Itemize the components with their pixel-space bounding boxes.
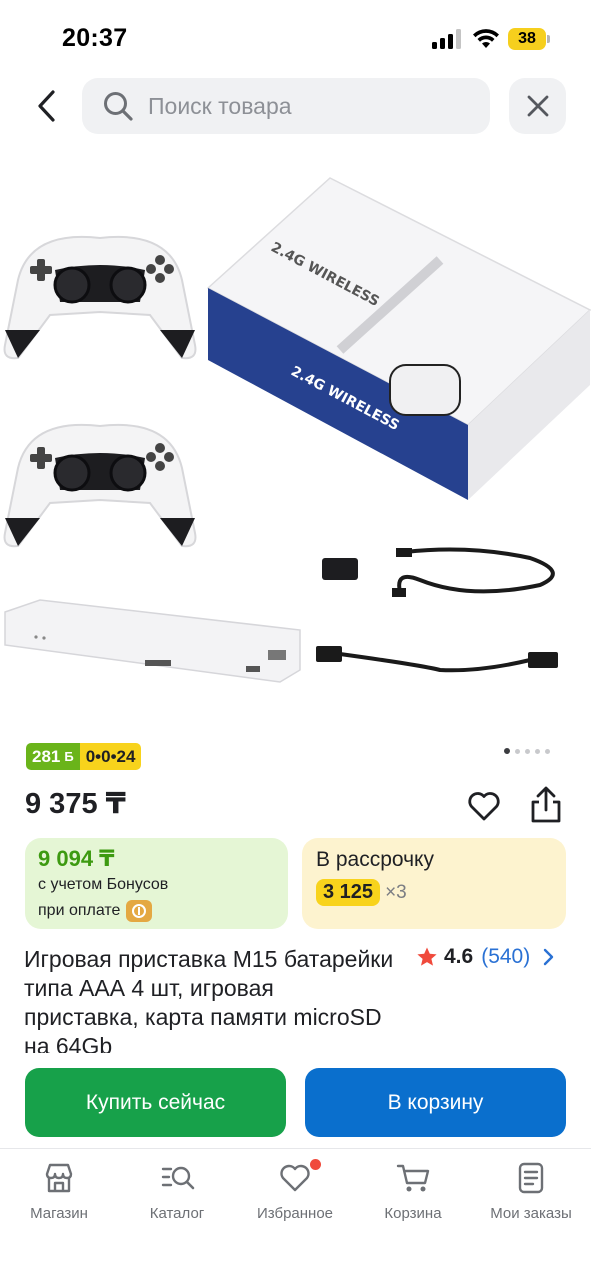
pager-dot[interactable] (504, 748, 510, 754)
product-title-container: Игровая приставка M15 батарейки типа ААА… (24, 945, 394, 1053)
store-icon (45, 1163, 73, 1193)
status-time: 20:37 (62, 24, 128, 52)
bonus-price-line1: с учетом Бонусов (38, 876, 169, 893)
search-icon (104, 92, 133, 121)
product-box-image: 2.4G WIRELESS 2.4G WIRELESS (206, 177, 591, 500)
battery-level: 38 (508, 28, 546, 50)
gamepad-image-1 (3, 236, 197, 360)
installment-badge: 0•0•24 (79, 743, 142, 770)
chevron-right-icon (544, 948, 554, 966)
battery-indicator: 38 (508, 28, 550, 50)
pager-dot[interactable] (525, 748, 530, 754)
bonus-badge-symbol: Б (64, 749, 74, 764)
back-button[interactable] (26, 84, 66, 128)
nav-label-favorites: Избранное (256, 1205, 334, 1222)
installment-amount: 3 125 (316, 879, 381, 906)
clear-search-button[interactable] (509, 78, 566, 134)
product-image[interactable]: 2.4G WIRELESS 2.4G WIRELESS (0, 160, 591, 720)
installment-label: В рассрочку (316, 848, 434, 871)
catalog-search-icon (161, 1166, 195, 1190)
installment-card[interactable]: В рассрочку 3 125 ×3 (302, 838, 566, 929)
nav-item-orders[interactable]: Мои заказы (472, 1149, 590, 1239)
bonus-price-line2: при оплате (38, 902, 121, 919)
bonus-price-line2-row: при оплате (38, 900, 275, 922)
usb-dongle-image (322, 558, 358, 580)
share-icon (531, 786, 561, 823)
chevron-left-icon (38, 90, 55, 122)
nav-label-cart: Корзина (384, 1205, 442, 1222)
buy-now-button[interactable]: Купить сейчас (25, 1068, 286, 1137)
status-bar: 20:37 38 (0, 0, 591, 70)
search-placeholder: Поиск товара (148, 92, 292, 119)
nav-label-catalog: Каталог (149, 1205, 205, 1222)
signal-icon (432, 29, 461, 49)
hdmi-cable-image (339, 652, 531, 673)
bottom-nav: Магазин Каталог Избранное Корзина Мои за… (0, 1148, 591, 1280)
image-pager[interactable] (504, 748, 550, 754)
product-rating[interactable]: 4.6 (540) (416, 945, 554, 969)
nav-item-catalog[interactable]: Каталог (118, 1149, 236, 1239)
payment-card-icon (126, 900, 153, 922)
bonus-price-amount: 9 094 ₸ (38, 846, 115, 871)
close-icon (527, 95, 548, 117)
installment-times: ×3 (385, 881, 407, 903)
nav-item-store[interactable]: Магазин (0, 1149, 118, 1239)
product-title: Игровая приставка M15 батарейки типа ААА… (24, 946, 394, 1053)
pager-dot[interactable] (515, 748, 520, 754)
nav-item-cart[interactable]: Корзина (354, 1149, 472, 1239)
nav-label-orders: Мои заказы (490, 1205, 572, 1222)
bonus-badge-value: 281 (32, 747, 61, 766)
product-price: 9 375 ₸ (25, 788, 126, 820)
wifi-icon (473, 29, 499, 48)
heart-icon (468, 792, 500, 821)
share-button[interactable] (528, 785, 564, 825)
promo-badges: 281 Б 0•0•24 (26, 743, 142, 770)
orders-icon (518, 1162, 544, 1194)
pager-dot[interactable] (535, 748, 540, 754)
heart-icon (280, 1164, 310, 1192)
pager-dot[interactable] (545, 748, 550, 754)
console-stick-image (4, 599, 301, 683)
add-to-cart-button[interactable]: В корзину (305, 1068, 566, 1137)
rating-value: 4.6 (444, 945, 474, 968)
notification-dot (310, 1159, 321, 1170)
cart-icon (396, 1164, 430, 1192)
star-icon (417, 947, 437, 966)
bonus-price-card[interactable]: 9 094 ₸ с учетом Бонусов при оплате (25, 838, 288, 929)
installment-row: 3 125 ×3 (316, 879, 552, 906)
nav-item-favorites[interactable]: Избранное (236, 1149, 354, 1239)
search-input[interactable]: Поиск товара (82, 78, 490, 134)
usb-cable-image (397, 547, 555, 594)
gamepad-image-2 (3, 424, 197, 548)
nav-label-store: Магазин (30, 1205, 88, 1222)
rating-count: (540) (481, 945, 531, 968)
battery-tip (547, 35, 550, 43)
favorite-button[interactable] (466, 788, 502, 824)
bonus-badge: 281 Б (26, 743, 80, 770)
